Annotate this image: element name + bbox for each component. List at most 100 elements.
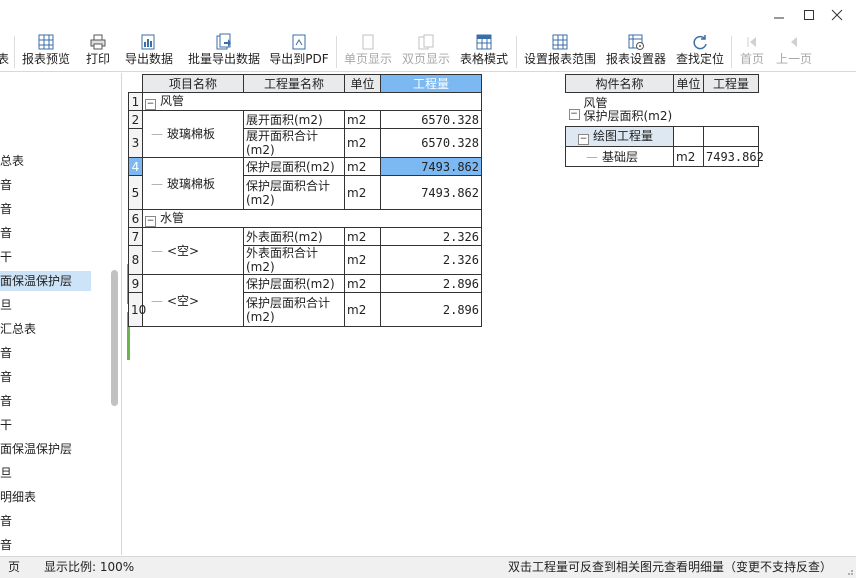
unit-cell[interactable]: m2 <box>344 227 381 246</box>
item-cell[interactable]: — <空> <box>142 227 244 275</box>
detail-leaf-row[interactable]: — 基础层 m2 7493.862 <box>565 146 764 167</box>
sidebar-item[interactable]: 旦 <box>0 463 110 483</box>
sidebar-item[interactable]: 音 <box>0 367 110 387</box>
detail-group-row[interactable]: − 绘图工程量 <box>565 126 759 147</box>
sidebar-item[interactable]: 面保温保护层 <box>0 439 110 459</box>
item-label: <空> <box>167 293 200 308</box>
sidebar-item[interactable]: 音 <box>0 535 110 555</box>
unit-cell[interactable]: m2 <box>344 292 381 327</box>
sidebar-item[interactable]: 明细表 <box>0 487 110 507</box>
table-row[interactable]: 7 — <空> 外表面积(m2) m2 2.326 <box>128 227 482 275</box>
resize-grip-icon[interactable] <box>844 566 854 576</box>
quantity-cell[interactable]: 2.326 <box>380 245 482 275</box>
sidebar-item[interactable]: 音 <box>0 343 110 363</box>
quantity-cell[interactable]: 2.326 <box>380 227 482 246</box>
collapse-icon[interactable]: − <box>145 215 156 227</box>
group-cell[interactable]: − 风管 <box>142 92 482 111</box>
group-cell[interactable]: − 水管 <box>142 209 482 228</box>
report-preview-button[interactable]: 报表预览 <box>20 33 72 69</box>
print-button[interactable]: 打印 <box>84 33 112 69</box>
qty-name-cell[interactable]: 外表面积合计(m2) <box>243 245 345 275</box>
status-hint: 双击工程量可反查到相关图元查看明细量（变更不支持反查） <box>508 560 833 574</box>
single-page-button[interactable]: 单页显示 <box>343 33 393 69</box>
quantity-cell[interactable]: 6570.328 <box>380 128 482 158</box>
leaf-cell[interactable]: — 基础层 <box>565 146 674 167</box>
close-icon[interactable] <box>830 8 844 22</box>
group-cell[interactable]: − 绘图工程量 <box>565 126 674 147</box>
report-summary-button[interactable]: 表 <box>0 33 10 69</box>
first-page-button[interactable]: 首页 <box>738 33 766 69</box>
report-settings-button[interactable]: 报表设置器 <box>604 33 668 69</box>
sidebar-item[interactable]: 音 <box>0 223 110 243</box>
collapse-icon[interactable]: − <box>568 108 580 120</box>
unit-cell[interactable]: m2 <box>344 110 381 129</box>
sidebar-item[interactable]: 旦 <box>0 295 110 315</box>
sidebar-item[interactable]: 音 <box>0 199 110 219</box>
double-page-icon <box>418 34 434 50</box>
detail-root-row[interactable]: −风管 保护层面积(m2) <box>565 92 759 127</box>
sidebar-item[interactable]: 干 <box>0 415 110 435</box>
quantity-cell[interactable]: 7493.862 <box>380 175 482 210</box>
quantity-cell[interactable]: 2.896 <box>380 292 482 327</box>
column-header-item[interactable]: 项目名称 <box>142 74 244 93</box>
table-row-group[interactable]: 1 − 风管 <box>128 92 482 111</box>
qty-name-cell[interactable]: 展开面积(m2) <box>243 110 345 129</box>
column-header-unit[interactable]: 单位 <box>344 74 381 93</box>
unit-cell[interactable]: m2 <box>673 146 704 167</box>
set-report-range-button[interactable]: 设置报表范围 <box>523 33 597 69</box>
row-number: 1 <box>128 92 143 111</box>
table-row[interactable]: 2 — 玻璃棉板 展开面积(m2) m2 6570.328 <box>128 110 482 158</box>
table-row-selected[interactable]: 4 — 玻璃棉板 保护层面积(m2) m2 7493.862 <box>128 157 482 210</box>
batch-export-button[interactable]: 批量导出数据 <box>186 33 262 69</box>
selected-quantity-cell[interactable]: 7493.862 <box>380 157 482 176</box>
sidebar-item-selected[interactable]: 面保温保护层 <box>0 271 91 291</box>
find-locate-button[interactable]: 查找定位 <box>675 33 725 69</box>
column-header-unit[interactable]: 单位 <box>673 74 704 93</box>
maximize-icon[interactable] <box>802 8 816 22</box>
export-pdf-button[interactable]: 导出到PDF <box>269 33 329 69</box>
item-cell[interactable]: — 玻璃棉板 <box>142 157 244 210</box>
quantity-cell[interactable]: 2.896 <box>380 274 482 293</box>
unit-cell[interactable]: m2 <box>344 175 381 210</box>
table-row-group[interactable]: 6 − 水管 <box>128 209 482 228</box>
collapse-icon[interactable]: − <box>578 133 589 145</box>
batch-export-icon <box>216 33 231 50</box>
item-cell[interactable]: — <空> <box>142 274 244 327</box>
qty-name-cell[interactable]: 外表面积(m2) <box>243 227 345 246</box>
quantity-cell[interactable]: 6570.328 <box>380 110 482 129</box>
column-header-quantity[interactable]: 工程量 <box>703 74 759 93</box>
sidebar-item[interactable]: 汇总表 <box>0 319 110 339</box>
qty-name-cell[interactable]: 保护层面积合计(m2) <box>243 175 345 210</box>
qty-name-cell[interactable]: 保护层面积合计(m2) <box>243 292 345 327</box>
collapse-icon[interactable]: − <box>145 98 156 110</box>
sidebar-item[interactable]: 总表 <box>0 151 110 171</box>
item-cell[interactable]: — 玻璃棉板 <box>142 110 244 158</box>
minimize-icon[interactable] <box>772 8 786 22</box>
sidebar-scrollbar[interactable] <box>111 270 118 406</box>
unit-cell[interactable]: m2 <box>344 274 381 293</box>
sidebar-item[interactable]: 音 <box>0 391 110 411</box>
unit-cell[interactable]: m2 <box>344 157 381 176</box>
column-header-component[interactable]: 构件名称 <box>565 74 674 93</box>
sidebar-item[interactable]: 干 <box>0 247 110 267</box>
export-data-button[interactable]: 导出数据 <box>124 33 174 69</box>
quantity-cell[interactable]: 7493.862 <box>703 146 764 167</box>
column-header-qty-name[interactable]: 工程量名称 <box>243 74 345 93</box>
qty-name-cell[interactable]: 保护层面积(m2) <box>243 157 345 176</box>
table-mode-button[interactable]: 表格模式 <box>459 33 509 69</box>
unit-cell[interactable]: m2 <box>344 245 381 275</box>
toolbar-separator <box>336 36 337 68</box>
double-page-button[interactable]: 双页显示 <box>401 33 451 69</box>
root-cell[interactable]: −风管 保护层面积(m2) <box>565 92 759 127</box>
tree-connector-icon: — <box>151 176 163 191</box>
sidebar-item[interactable]: 音 <box>0 511 110 531</box>
qty-name-cell[interactable]: 保护层面积(m2) <box>243 274 345 293</box>
toolbar-separator <box>14 36 15 68</box>
column-header-quantity[interactable]: 工程量 <box>380 74 482 93</box>
prev-page-button[interactable]: 上一页 <box>774 33 814 69</box>
table-row[interactable]: 9 — <空> 保护层面积(m2) m2 2.896 <box>128 274 482 327</box>
qty-name-cell[interactable]: 展开面积合计(m2) <box>243 128 345 158</box>
sidebar-item[interactable]: 音 <box>0 175 110 195</box>
unit-cell[interactable]: m2 <box>344 128 381 158</box>
row-number: 6 <box>128 209 143 228</box>
